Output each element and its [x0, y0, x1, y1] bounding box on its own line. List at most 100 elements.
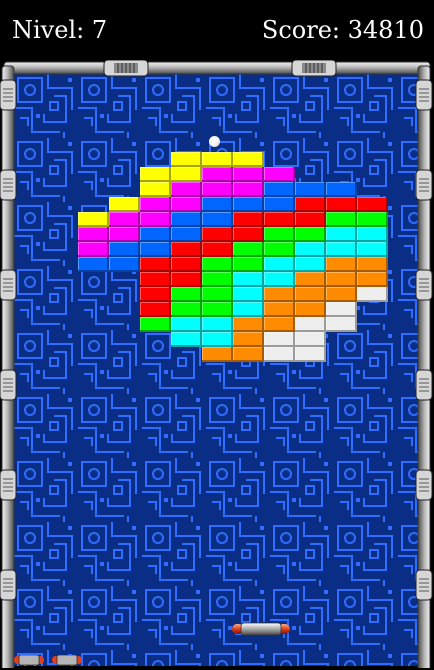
brick-white: [295, 317, 326, 332]
brick-white: [295, 347, 326, 362]
brick-cyan: [295, 257, 326, 272]
brick-orange: [264, 287, 295, 302]
paddle[interactable]: [232, 622, 290, 636]
brick-cyan: [295, 242, 326, 257]
brick-cyan: [233, 302, 264, 317]
brick-green: [202, 302, 233, 317]
brick-blue: [140, 227, 171, 242]
brick-cyan: [357, 227, 388, 242]
brick-cyan: [202, 317, 233, 332]
brick-yellow: [233, 152, 264, 167]
brick-magenta: [140, 212, 171, 227]
brick-red: [140, 257, 171, 272]
brick-red: [202, 227, 233, 242]
brick-white: [326, 317, 357, 332]
brick-blue: [264, 197, 295, 212]
lives-indicator: [14, 652, 82, 666]
brick-magenta: [78, 227, 109, 242]
brick-magenta: [233, 182, 264, 197]
brick-magenta: [109, 212, 140, 227]
brick-red: [233, 212, 264, 227]
ball: [209, 136, 220, 147]
brick-cyan: [264, 272, 295, 287]
brick-green: [171, 302, 202, 317]
brick-red: [171, 242, 202, 257]
brick-blue: [264, 182, 295, 197]
brick-blue: [326, 182, 357, 197]
life-paddle-icon: [52, 652, 82, 666]
brick-white: [264, 347, 295, 362]
brick-cyan: [326, 242, 357, 257]
brick-blue: [171, 227, 202, 242]
brick-orange: [357, 272, 388, 287]
brick-orange: [295, 272, 326, 287]
brick-white: [357, 287, 388, 302]
brick-red: [171, 272, 202, 287]
brick-cyan: [326, 227, 357, 242]
brick-green: [326, 212, 357, 227]
life-paddle-icon: [14, 652, 44, 666]
brick-white: [326, 302, 357, 317]
brick-red: [140, 272, 171, 287]
brick-red: [140, 302, 171, 317]
brick-magenta: [202, 167, 233, 182]
brick-orange: [202, 347, 233, 362]
brick-magenta: [264, 167, 295, 182]
brick-red: [295, 212, 326, 227]
brick-blue: [109, 242, 140, 257]
brick-red: [357, 197, 388, 212]
brick-green: [264, 227, 295, 242]
brick-cyan: [233, 287, 264, 302]
brick-red: [233, 227, 264, 242]
brick-cyan: [233, 272, 264, 287]
brick-orange: [326, 272, 357, 287]
brick-cyan: [171, 317, 202, 332]
brick-red: [202, 242, 233, 257]
brick-magenta: [109, 227, 140, 242]
brick-yellow: [140, 167, 171, 182]
brick-yellow: [171, 167, 202, 182]
brick-orange: [233, 317, 264, 332]
brick-yellow: [78, 212, 109, 227]
brick-yellow: [109, 197, 140, 212]
brick-orange: [326, 287, 357, 302]
brick-green: [357, 212, 388, 227]
brick-green: [202, 272, 233, 287]
brick-green: [171, 287, 202, 302]
brick-red: [171, 257, 202, 272]
brick-white: [295, 332, 326, 347]
brick-green: [202, 287, 233, 302]
brick-blue: [202, 212, 233, 227]
brick-magenta: [202, 182, 233, 197]
brick-blue: [78, 257, 109, 272]
brick-blue: [233, 197, 264, 212]
brick-blue: [109, 257, 140, 272]
game-screen[interactable]: Nivel: 7 Score: 34810: [0, 0, 434, 670]
brick-green: [233, 257, 264, 272]
brick-red: [140, 287, 171, 302]
brick-blue: [295, 182, 326, 197]
brick-blue: [202, 197, 233, 212]
brick-magenta: [171, 182, 202, 197]
brick-yellow: [171, 152, 202, 167]
brick-cyan: [202, 332, 233, 347]
brick-green: [202, 257, 233, 272]
brick-orange: [264, 302, 295, 317]
brick-green: [233, 242, 264, 257]
brick-green: [295, 227, 326, 242]
brick-orange: [233, 332, 264, 347]
brick-green: [140, 317, 171, 332]
brick-yellow: [140, 182, 171, 197]
brick-magenta: [78, 242, 109, 257]
brick-red: [264, 212, 295, 227]
brick-cyan: [357, 242, 388, 257]
brick-orange: [264, 317, 295, 332]
brick-cyan: [264, 257, 295, 272]
brick-orange: [326, 257, 357, 272]
brick-blue: [171, 212, 202, 227]
brick-red: [326, 197, 357, 212]
brick-orange: [295, 302, 326, 317]
brick-yellow: [202, 152, 233, 167]
brick-red: [295, 197, 326, 212]
brick-blue: [140, 242, 171, 257]
